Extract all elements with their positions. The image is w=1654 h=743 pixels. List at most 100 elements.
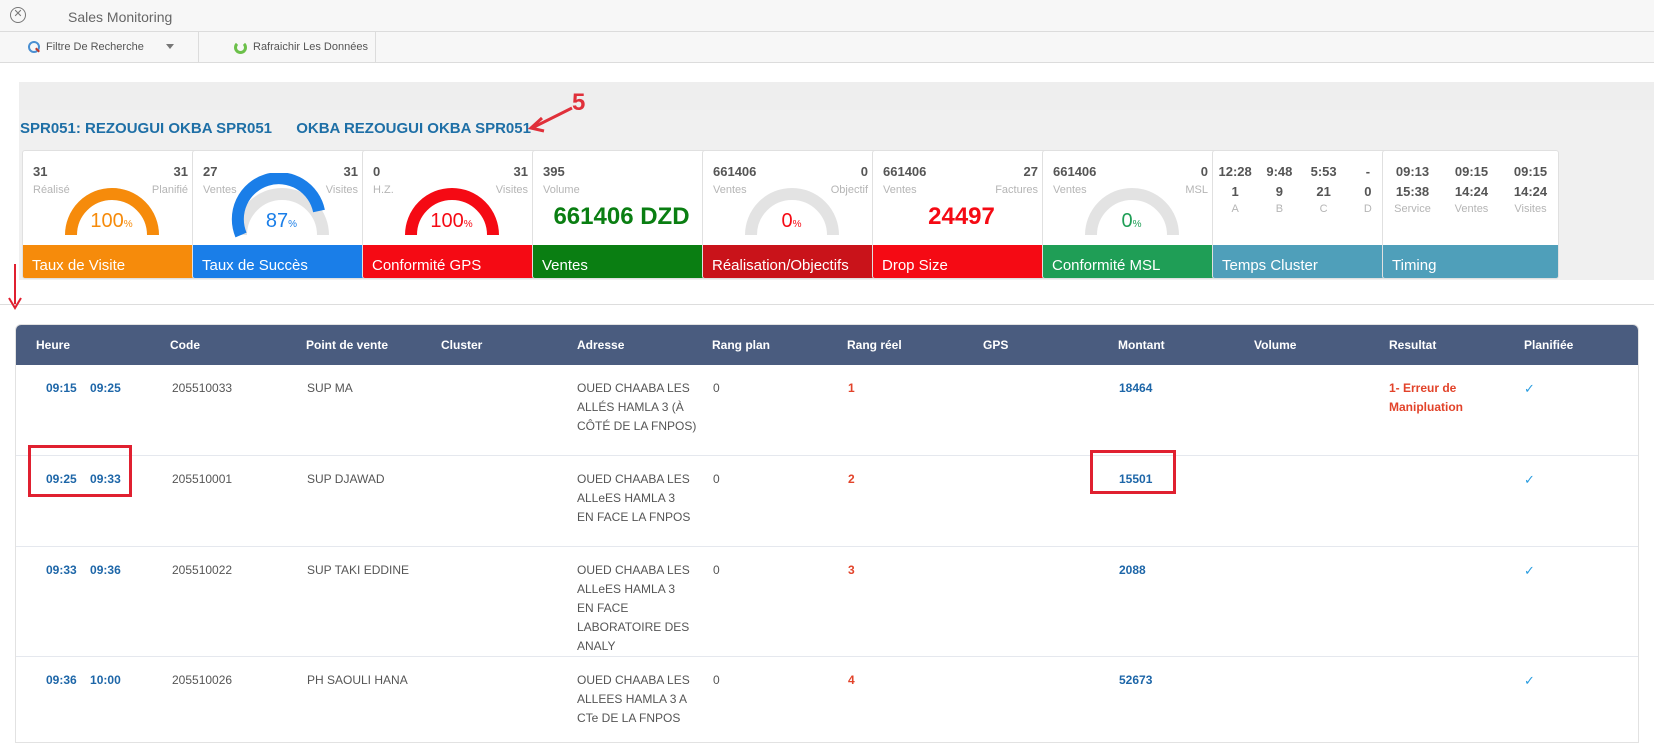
col-rang-reel[interactable]: Rang réel: [847, 338, 902, 352]
timing-end-row: 15:38 14:24 14:24: [1395, 184, 1548, 199]
kpi-footer: Conformité GPS: [363, 245, 538, 278]
kpi-top-left: 661406: [883, 164, 927, 179]
timing-start-row: 09:13 09:15 09:15: [1395, 164, 1548, 179]
pdv-name: PH SAOULI HANA: [307, 673, 408, 687]
pdv-code: 205510033: [172, 381, 233, 395]
montant-link[interactable]: 18464: [1119, 379, 1152, 398]
rang-reel: 1: [848, 381, 855, 395]
pdv-code: 205510022: [172, 563, 233, 577]
kpi-card-timing[interactable]: 09:13 09:15 09:15 15:38 14:24 14:24 Service V…: [1382, 150, 1559, 279]
rang-reel: 3: [848, 563, 855, 577]
col-adresse[interactable]: Adresse: [577, 338, 624, 352]
pdv-address: OUED CHAABA LES ALLÉS HAMLA 3 (À CÔTÉ DE L…: [577, 381, 697, 433]
kpi-top-right: 31: [173, 164, 188, 179]
filter-search-label: Filtre De Recherche: [46, 41, 144, 53]
col-planifiee[interactable]: Planifiée: [1524, 338, 1573, 352]
kpi-card-drop-size[interactable]: 661406 27 Ventes Factures 24497 Drop Siz…: [872, 150, 1049, 279]
cluster-labels-row: ABCD: [1231, 203, 1372, 215]
visit-time[interactable]: 09:36 10:00: [46, 671, 121, 690]
rang-plan: 0: [713, 472, 720, 486]
timing-labels-row: Service Ventes Visites: [1394, 203, 1547, 215]
kpi-card-ventes[interactable]: 395 Volume 661406 DZD Ventes: [532, 150, 709, 279]
col-volume[interactable]: Volume: [1254, 338, 1296, 352]
pdv-address: OUED CHAABA LES ALLEES HAMLA 3 A CTe DE LA…: [577, 673, 690, 725]
rang-reel: 4: [848, 673, 855, 687]
rang-reel: 2: [848, 472, 855, 486]
planned-check-icon: ✓: [1524, 563, 1535, 578]
kpi-footer: Temps Cluster: [1213, 245, 1388, 278]
search-filter-icon: [26, 41, 40, 53]
kpi-gauge-value: 100%: [90, 210, 133, 232]
rang-plan: 0: [713, 563, 720, 577]
kpi-top-right: 0: [860, 164, 868, 179]
table-row[interactable]: 09:36 10:00 205510026 PH SAOULI HANA OUE…: [16, 657, 1638, 742]
highlight-box-time: [28, 445, 132, 497]
planned-check-icon: ✓: [1524, 472, 1535, 487]
cluster-counts-row: 1 9 21 0: [1231, 184, 1372, 199]
title-bar: ✕ Sales Monitoring: [0, 0, 1654, 32]
table-row[interactable]: 09:33 09:36 205510022 SUP TAKI EDDINE OU…: [16, 547, 1638, 657]
montant-link[interactable]: 52673: [1119, 671, 1152, 690]
pdv-address: OUED CHAABA LES ALLeES HAMLA 3 EN FACE LA …: [577, 472, 691, 524]
refresh-data-label: Rafraichir Les Données: [253, 41, 368, 53]
kpi-top-left: 27: [203, 164, 218, 179]
col-gps[interactable]: GPS: [983, 338, 1008, 352]
kpi-big-value: 661406 DZD: [553, 203, 690, 230]
kpi-top-right: 27: [1023, 164, 1038, 179]
kpi-sub-left: Volume: [543, 184, 580, 196]
table-row[interactable]: 09:15 09:25 205510033 SUP MA OUED CHAABA…: [16, 365, 1638, 456]
pdv-code: 205510001: [172, 472, 233, 486]
pdv-address: OUED CHAABA LES ALLeES HAMLA 3 EN FACE LABO…: [577, 563, 690, 653]
pdv-code: 205510026: [172, 673, 233, 687]
kpi-footer: Taux de Visite: [23, 245, 198, 278]
kpi-sub-left: H.Z.: [373, 184, 394, 196]
agent-full-name: OKBA REZOUGUI OKBA SPR051: [296, 120, 531, 137]
kpi-sub-right: MSL: [1185, 184, 1208, 196]
kpi-card-conformite-gps[interactable]: 0 31 H.Z. Visites 100% Conformité GPS: [362, 150, 539, 279]
kpi-top-right: 31: [343, 164, 358, 179]
col-point-de-vente[interactable]: Point de vente: [306, 338, 388, 352]
toolbar: Filtre De Recherche Rafraichir Les Donné…: [0, 32, 1654, 63]
kpi-card-taux-succes[interactable]: 27 31 Ventes Visites 87% Taux de Succès: [192, 150, 369, 279]
annotation-arrow-icon: [527, 106, 573, 133]
close-circle-icon[interactable]: ✕: [10, 7, 26, 23]
visit-time[interactable]: 09:33 09:36: [46, 561, 121, 580]
col-resultat[interactable]: Resultat: [1389, 338, 1436, 352]
window-title: Sales Monitoring: [68, 9, 173, 25]
planned-check-icon: ✓: [1524, 381, 1535, 396]
kpi-card-realisation-objectifs[interactable]: 661406 0 Ventes Objectif 0% Réalisation/…: [702, 150, 879, 279]
annotation-down-arrow-icon: [8, 264, 22, 310]
refresh-data-button[interactable]: Rafraichir Les Données: [226, 32, 376, 62]
kpi-card-taux-visite[interactable]: 31 31 Réalisé Planifié 100% Taux de Visi…: [22, 150, 199, 279]
col-cluster[interactable]: Cluster: [441, 338, 482, 352]
kpi-card-conformite-msl[interactable]: 661406 0 Ventes MSL 0% Conformité MSL: [1042, 150, 1219, 279]
planned-check-icon: ✓: [1524, 673, 1535, 688]
filter-search-button[interactable]: Filtre De Recherche: [18, 32, 199, 62]
kpi-footer: Conformité MSL: [1043, 245, 1218, 278]
kpi-sub-right: Factures: [995, 184, 1038, 196]
col-montant[interactable]: Montant: [1118, 338, 1165, 352]
col-rang-plan[interactable]: Rang plan: [712, 338, 770, 352]
table-row[interactable]: 09:25 09:33 205510001 SUP DJAWAD OUED CH…: [16, 456, 1638, 547]
pdv-name: SUP DJAWAD: [307, 472, 385, 486]
agent-title: SPR051: REZOUGUI OKBA SPR051 OKBA REZOUG…: [20, 120, 551, 137]
toolbar-divider: [375, 32, 376, 62]
visits-grid: Heure Code Point de vente Cluster Adress…: [15, 324, 1639, 743]
chevron-down-icon[interactable]: [166, 44, 174, 49]
pdv-name: SUP MA: [307, 381, 353, 395]
kpi-gauge-value: 0%: [781, 210, 802, 232]
kpi-card-temps-cluster[interactable]: 12:28 9:48 5:53- 1 9 21 0 ABCD Temps Cluster: [1212, 150, 1389, 279]
agent-code-name: SPR051: REZOUGUI OKBA SPR051: [20, 120, 273, 137]
refresh-icon: [234, 40, 247, 54]
col-heure[interactable]: Heure: [36, 338, 70, 352]
header-band: [19, 82, 1654, 110]
kpi-footer: Timing: [1383, 245, 1558, 278]
kpi-cards: 31 31 Réalisé Planifié 100% Taux de Visi…: [22, 150, 1642, 280]
kpi-footer: Drop Size: [873, 245, 1048, 278]
visit-time[interactable]: 09:15 09:25: [46, 379, 121, 398]
montant-link[interactable]: 2088: [1119, 561, 1146, 580]
highlight-box-montant: [1090, 450, 1176, 494]
col-code[interactable]: Code: [170, 338, 200, 352]
cluster-times-row: 12:28 9:48 5:53-: [1218, 164, 1371, 179]
kpi-footer: Ventes: [533, 245, 708, 278]
